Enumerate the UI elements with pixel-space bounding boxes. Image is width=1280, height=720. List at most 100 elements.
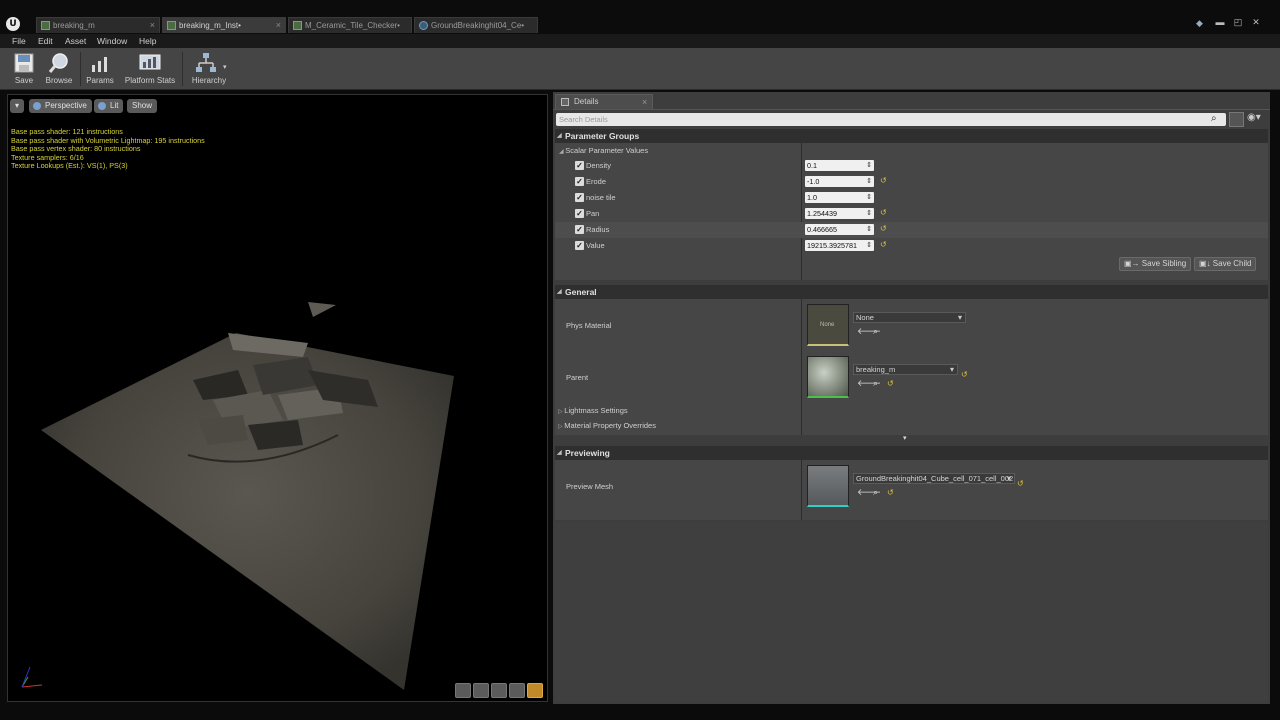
param-name: Value xyxy=(586,241,605,250)
menu-edit[interactable]: Edit xyxy=(38,35,53,47)
restore-icon[interactable]: ◰ xyxy=(1233,18,1243,27)
browse-search-icon[interactable]: ⌕ xyxy=(873,378,878,389)
erode-value-input[interactable]: -1.0 xyxy=(805,176,874,187)
tab-breaking-m[interactable]: breaking_m × xyxy=(36,17,160,33)
unreal-logo-icon: U xyxy=(6,17,20,31)
column-divider xyxy=(801,299,802,435)
param-row-noise-tile: ✓ noise tile 1.0 xyxy=(555,190,1268,206)
save-button[interactable]: Save xyxy=(8,51,40,87)
toolbar-separator xyxy=(182,52,183,86)
parent-thumbnail[interactable] xyxy=(807,356,849,398)
menu-file[interactable]: File xyxy=(12,35,26,47)
title-bar: U breaking_m × breaking_m_Inst• × M_Cera… xyxy=(0,0,1280,34)
param-name: Radius xyxy=(586,225,610,234)
save-sibling-button[interactable]: ▣→ Save Sibling xyxy=(1119,257,1192,271)
search-input[interactable]: Search Details xyxy=(556,113,1226,126)
preview-cube-icon[interactable] xyxy=(509,683,525,698)
save-child-button[interactable]: ▣↓ Save Child xyxy=(1194,257,1257,271)
details-tab[interactable]: Details × xyxy=(555,94,653,109)
preview-mesh-dropdown[interactable]: GroundBreakinghit04_Cube_cell_071_cell_0… xyxy=(853,473,1015,484)
reset-to-default-icon[interactable]: ↺ xyxy=(880,240,887,249)
close-icon[interactable]: × xyxy=(150,18,155,33)
menu-window[interactable]: Window xyxy=(97,35,127,47)
view-options-icon[interactable] xyxy=(1229,112,1244,127)
density-value-input[interactable]: 0.1 xyxy=(805,160,874,171)
param-row-pan: ✓ Pan 1.254439 ↺ xyxy=(555,206,1268,222)
close-window-icon[interactable]: ✕ xyxy=(1251,18,1261,27)
radius-checkbox[interactable]: ✓ xyxy=(575,225,584,234)
lightmass-settings-item[interactable]: Lightmass Settings xyxy=(558,406,627,415)
menu-help[interactable]: Help xyxy=(139,35,156,47)
params-button[interactable]: Params xyxy=(84,51,116,87)
params-icon xyxy=(92,57,107,72)
static-mesh-icon xyxy=(419,21,428,30)
noise-tile-checkbox[interactable]: ✓ xyxy=(575,193,584,202)
search-icon[interactable]: ⌕ xyxy=(1211,113,1217,124)
preview-mesh-render xyxy=(21,302,454,690)
noise-tile-value-input[interactable]: 1.0 xyxy=(805,192,874,203)
save-sibling-icon: ▣→ xyxy=(1124,259,1142,268)
phys-material-dropdown[interactable]: None xyxy=(853,312,966,323)
tab-breaking-m-inst[interactable]: breaking_m_Inst• × xyxy=(162,17,286,33)
preview-mesh-icon[interactable] xyxy=(527,683,543,698)
platform-stats-icon xyxy=(139,54,161,70)
preview-cylinder-icon[interactable] xyxy=(455,683,471,698)
erode-checkbox[interactable]: ✓ xyxy=(575,177,584,186)
minimize-icon[interactable]: ▬ xyxy=(1215,18,1225,27)
reset-to-default-icon[interactable]: ↺ xyxy=(887,488,894,497)
parent-dropdown[interactable]: breaking_m xyxy=(853,364,958,375)
toolbar-separator xyxy=(80,52,81,86)
close-icon[interactable]: × xyxy=(642,95,647,109)
column-divider xyxy=(801,460,802,520)
parameter-groups-header[interactable]: Parameter Groups xyxy=(555,129,1268,143)
tab-groundbreaking[interactable]: GroundBreakinghit04_Ce• xyxy=(414,17,538,33)
dropdown-arrow-icon[interactable]: ▾ xyxy=(223,63,227,71)
advanced-expand-icon[interactable]: ▾ xyxy=(903,434,907,442)
menu-bar: File Edit Asset Window Help xyxy=(0,34,1280,48)
preview-plane-icon[interactable] xyxy=(491,683,507,698)
viewport[interactable]: ▾ Perspective Lit Show Base pass shader:… xyxy=(7,94,548,702)
reset-to-default-icon[interactable]: ↺ xyxy=(880,176,887,185)
hierarchy-button[interactable]: ▾ Hierarchy xyxy=(185,51,233,87)
reset-to-default-icon[interactable]: ↺ xyxy=(880,224,887,233)
tab-label: breaking_m_Inst• xyxy=(179,21,241,30)
notification-icon[interactable]: ◆ xyxy=(1196,18,1208,28)
eye-icon[interactable]: ◉▾ xyxy=(1247,112,1261,123)
reset-to-default-icon[interactable]: ↺ xyxy=(887,379,894,388)
platform-stats-button[interactable]: Platform Stats xyxy=(121,51,179,87)
pan-checkbox[interactable]: ✓ xyxy=(575,209,584,218)
reset-to-default-icon[interactable]: ↺ xyxy=(961,370,968,379)
browse-icon xyxy=(48,53,68,73)
preview-sphere-icon[interactable] xyxy=(473,683,489,698)
preview-mesh-thumbnail[interactable] xyxy=(807,465,849,507)
value-checkbox[interactable]: ✓ xyxy=(575,241,584,250)
flying-debris xyxy=(308,302,336,317)
close-icon[interactable]: × xyxy=(276,18,281,33)
param-row-density: ✓ Density 0.1 xyxy=(555,158,1268,174)
phys-material-label: Phys Material xyxy=(566,321,612,330)
menu-asset[interactable]: Asset xyxy=(65,35,86,47)
tab-ceramic-tile-checker[interactable]: M_Ceramic_Tile_Checker• xyxy=(288,17,412,33)
reset-to-default-icon[interactable]: ↺ xyxy=(880,208,887,217)
scalar-parameter-values-header[interactable]: ◢ Scalar Parameter Values xyxy=(559,146,648,155)
reset-to-default-icon[interactable]: ↺ xyxy=(1017,479,1024,488)
param-name: noise tile xyxy=(586,193,616,202)
browse-search-icon[interactable]: ⌕ xyxy=(873,326,878,337)
tab-divider xyxy=(553,109,1270,110)
browse-button[interactable]: Browse xyxy=(42,51,76,87)
general-header[interactable]: General xyxy=(555,285,1268,299)
ground-plane xyxy=(41,333,454,690)
phys-material-thumbnail[interactable]: None xyxy=(807,304,849,346)
details-icon xyxy=(561,98,569,106)
material-property-overrides-item[interactable]: Material Property Overrides xyxy=(558,421,656,430)
pan-value-input[interactable]: 1.254439 xyxy=(805,208,874,219)
param-name: Erode xyxy=(586,177,607,186)
density-checkbox[interactable]: ✓ xyxy=(575,161,584,170)
value-value-input[interactable]: 19215.3925781 xyxy=(805,240,874,251)
param-name: Density xyxy=(586,161,612,170)
browse-search-icon[interactable]: ⌕ xyxy=(873,487,878,498)
previewing-header[interactable]: Previewing xyxy=(555,446,1268,460)
tab-label: GroundBreakinghit04_Ce• xyxy=(431,21,525,30)
toolbar: Save Browse Params Platform Stats ▾ Hier… xyxy=(0,48,1280,90)
radius-value-input[interactable]: 0.466665 xyxy=(805,224,874,235)
